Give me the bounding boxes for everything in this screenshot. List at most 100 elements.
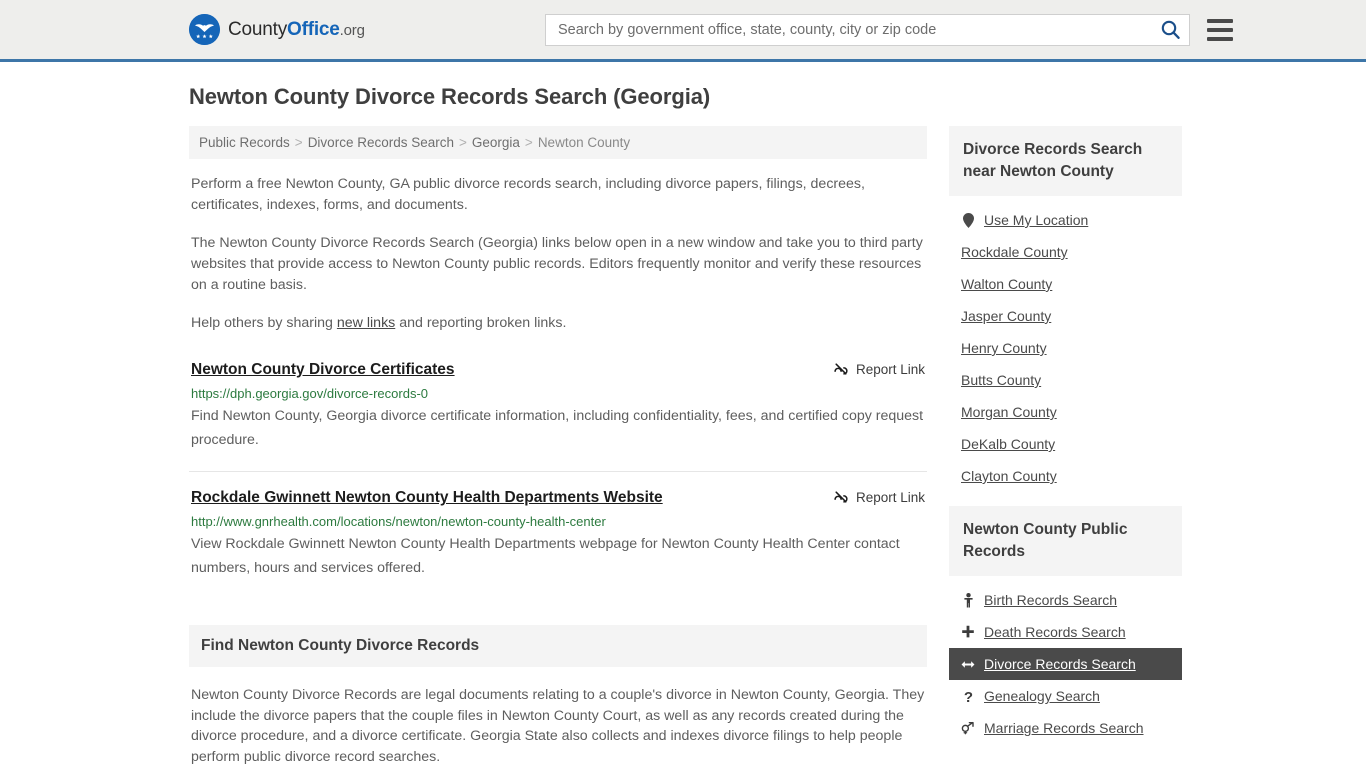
intro-text: Perform a free Newton County, GA public …: [189, 174, 927, 334]
result-title-link[interactable]: Rockdale Gwinnett Newton County Health D…: [191, 488, 663, 508]
sidebar-item-label: Rockdale County: [961, 244, 1068, 260]
sidebar-item-divorce-records-search[interactable]: Divorce Records Search: [949, 648, 1182, 680]
main-content: Public Records > Divorce Records Search > Ge…: [189, 126, 927, 768]
broken-link-icon: [833, 489, 849, 505]
sidebar: Divorce Records Search near Newton Count…: [949, 126, 1182, 758]
mars-venus-icon: [961, 721, 975, 735]
result-title-link[interactable]: Newton County Divorce Certificates: [191, 360, 455, 380]
sidebar-item-use-my-location[interactable]: Use My Location: [949, 204, 1182, 236]
sidebar-item-butts-county[interactable]: Butts County: [949, 364, 1182, 396]
list-item: Morgan County: [949, 396, 1182, 428]
cross-icon: [961, 625, 975, 639]
sidebar-item-label: Jasper County: [961, 308, 1052, 324]
sidebar-item-birth-records-search[interactable]: Birth Records Search: [949, 584, 1182, 616]
page-title: Newton County Divorce Records Search (Ge…: [189, 84, 711, 109]
breadcrumb-separator: >: [524, 135, 533, 150]
find-records-section-header: Find Newton County Divorce Records: [189, 625, 927, 667]
sidebar-item-label: Birth Records Search: [984, 592, 1118, 608]
find-records-section-body: Newton County Divorce Records are legal …: [189, 685, 927, 768]
breadcrumb-item-divorce-records-search[interactable]: Divorce Records Search: [308, 135, 454, 150]
hamburger-bar-1: [1207, 18, 1233, 23]
new-links-link[interactable]: new links: [337, 315, 395, 331]
sidebar-item-walton-county[interactable]: Walton County: [949, 268, 1182, 300]
svg-text:?: ?: [963, 689, 972, 704]
baby-icon: [961, 592, 975, 608]
intro-p3-before: Help others by sharing: [191, 315, 337, 331]
sidebar-item-label: Morgan County: [961, 404, 1057, 420]
sidebar-item-death-records-search[interactable]: Death Records Search: [949, 616, 1182, 648]
breadcrumb-item-georgia[interactable]: Georgia: [472, 135, 520, 150]
report-link-label: Report Link: [855, 489, 925, 505]
result-item: Newton County Divorce Certificates Repor…: [189, 360, 927, 457]
sidebar-item-label: Marriage Records Search: [984, 720, 1144, 736]
list-item: Walton County: [949, 268, 1182, 300]
list-item: Henry County: [949, 332, 1182, 364]
breadcrumb-separator: >: [459, 135, 467, 150]
search-input[interactable]: [556, 20, 1158, 39]
breadcrumb-separator: >: [294, 135, 303, 150]
result-header: Rockdale Gwinnett Newton County Health D…: [191, 488, 925, 508]
sidebar-item-clayton-county[interactable]: Clayton County: [949, 460, 1182, 492]
intro-paragraph-1: Perform a free Newton County, GA public …: [191, 176, 865, 213]
result-item: Rockdale Gwinnett Newton County Health D…: [189, 471, 927, 585]
intro-p3-after: and reporting broken links.: [395, 315, 567, 331]
search-box[interactable]: [545, 13, 1190, 46]
header-inner: CountyOffice.org: [183, 0, 1233, 59]
site-logo[interactable]: CountyOffice.org: [189, 14, 489, 45]
page-container: Newton County Divorce Records Search (Ge…: [183, 62, 1183, 768]
breadcrumb: Public Records > Divorce Records Search > Ge…: [189, 126, 927, 159]
find-records-paragraph: Newton County Divorce Records are legal …: [191, 687, 925, 765]
sidebar-item-jasper-county[interactable]: Jasper County: [949, 300, 1182, 332]
brand-part-org: .org: [339, 21, 365, 39]
list-item: Marriage Records Search: [949, 712, 1182, 744]
sidebar-item-rockdale-county[interactable]: Rockdale County: [949, 236, 1182, 268]
search-icon: [1160, 19, 1181, 40]
nearby-panel-heading: Divorce Records Search near Newton Count…: [963, 141, 1143, 180]
sidebar-item-genealogy-search[interactable]: ? Genealogy Search: [949, 680, 1182, 712]
result-url: https://dph.georgia.gov/divorce-records-…: [191, 386, 429, 401]
sidebar-item-label: Walton County: [961, 276, 1053, 292]
breadcrumb-item-newton-county: Newton County: [537, 135, 631, 150]
result-description: Find Newton County, Georgia divorce cert…: [191, 408, 924, 448]
public-records-panel-header: Newton County Public Records: [949, 506, 1182, 576]
sidebar-item-label: Henry County: [961, 340, 1047, 356]
search-submit-button[interactable]: [1158, 19, 1183, 40]
nearby-searches-panel: Divorce Records Search near Newton Count…: [949, 126, 1182, 492]
list-item: Butts County: [949, 364, 1182, 396]
list-item: Death Records Search: [949, 616, 1182, 648]
brand-part-county: County: [228, 18, 288, 40]
report-link-button[interactable]: Report Link: [813, 360, 925, 377]
hamburger-menu-icon[interactable]: [1207, 18, 1233, 41]
list-item: DeKalb County: [949, 428, 1182, 460]
report-link-button[interactable]: Report Link: [813, 488, 925, 505]
list-item: Rockdale County: [949, 236, 1182, 268]
sidebar-item-label: Death Records Search: [984, 624, 1126, 640]
site-logo-text: CountyOffice.org: [228, 19, 365, 41]
public-records-panel-heading: Newton County Public Records: [963, 521, 1128, 560]
eagle-stars-seal-icon: [189, 14, 220, 45]
question-mark-icon: ?: [961, 689, 975, 704]
public-records-panel: Newton County Public Records Birth Recor…: [949, 506, 1182, 744]
list-item: Use My Location: [949, 204, 1182, 236]
sidebar-item-label: Genealogy Search: [984, 688, 1100, 704]
sidebar-item-label: DeKalb County: [961, 436, 1056, 452]
hamburger-bar-3: [1207, 36, 1233, 41]
public-records-list: Birth Records Search Death Records Searc…: [949, 576, 1182, 744]
site-header: CountyOffice.org: [0, 0, 1366, 62]
brand-part-office: Office: [287, 18, 340, 40]
list-item: ? Genealogy Search: [949, 680, 1182, 712]
list-item: Birth Records Search: [949, 584, 1182, 616]
header-search-area: [545, 13, 1233, 46]
map-pin-icon: [961, 212, 975, 228]
sidebar-item-marriage-records-search[interactable]: Marriage Records Search: [949, 712, 1182, 744]
list-item: Clayton County: [949, 460, 1182, 492]
find-records-heading: Find Newton County Divorce Records: [201, 637, 480, 654]
sidebar-item-label: Butts County: [961, 372, 1042, 388]
breadcrumb-item-public-records[interactable]: Public Records: [199, 135, 290, 150]
sidebar-item-morgan-county[interactable]: Morgan County: [949, 396, 1182, 428]
sidebar-item-henry-county[interactable]: Henry County: [949, 332, 1182, 364]
report-link-label: Report Link: [855, 361, 925, 377]
sidebar-item-dekalb-county[interactable]: DeKalb County: [949, 428, 1182, 460]
nearby-county-list: Use My Location Rockdale County Walton C…: [949, 196, 1182, 492]
list-item: Divorce Records Search: [949, 648, 1182, 680]
